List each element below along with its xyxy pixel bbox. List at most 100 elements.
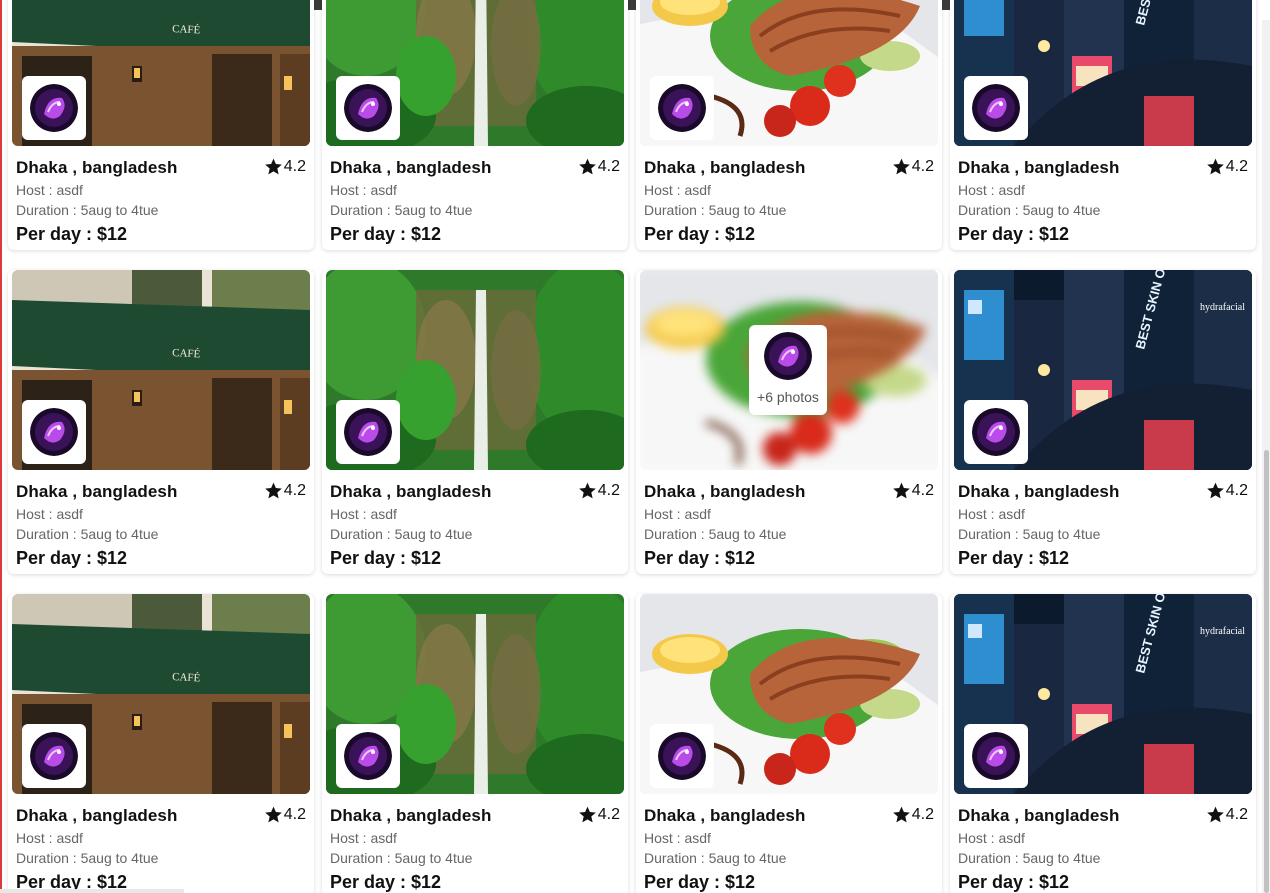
host-avatar: [344, 408, 392, 456]
listing-host: Host : asdf: [16, 506, 83, 522]
host-avatar-box[interactable]: [336, 400, 400, 464]
host-avatar-box[interactable]: [336, 76, 400, 140]
billboard-brand-text: hydrafacial: [1200, 302, 1245, 313]
listing-price: Per day : $12: [958, 224, 1070, 244]
listing-rating: 4.2: [578, 157, 620, 176]
status-strip: [0, 889, 184, 893]
listing-host: Host : asdf: [644, 506, 711, 522]
listing-duration: Duration : 5aug to 4tue: [644, 526, 787, 542]
rating-value: 4.2: [597, 805, 620, 823]
listing-host: Host : asdf: [958, 182, 1025, 198]
listing-price: Per day : $12: [958, 548, 1070, 568]
listing-duration: Duration : 5aug to 4tue: [958, 850, 1101, 866]
host-avatar-box[interactable]: [650, 76, 714, 140]
star-icon: [892, 157, 912, 176]
host-avatar-box[interactable]: [650, 724, 714, 788]
listing-duration: Duration : 5aug to 4tue: [958, 526, 1101, 542]
billboard-brand-text: hydrafacial: [1200, 626, 1245, 637]
listing-rating: 4.2: [892, 157, 934, 176]
listing-host: Host : asdf: [16, 182, 83, 198]
host-avatar-box[interactable]: [964, 724, 1028, 788]
listing-price: Per day : $12: [16, 224, 128, 244]
rating-value: 4.2: [283, 481, 306, 499]
listing-duration: Duration : 5aug to 4tue: [958, 202, 1101, 218]
window-edge: [0, 0, 2, 893]
listing-card[interactable]: BEST SKIN OF YOUR LIFE. hydrafacial Dhak…: [950, 0, 1256, 250]
listing-rating: 4.2: [578, 805, 620, 824]
star-icon: [578, 805, 598, 824]
listing-host: Host : asdf: [644, 182, 711, 198]
listing-host: Host : asdf: [958, 506, 1025, 522]
listing-price: Per day : $12: [644, 548, 756, 568]
scrollbar-thumb[interactable]: [1264, 450, 1269, 893]
listing-location: Dhaka , bangladesh: [330, 482, 492, 501]
host-avatar: [972, 408, 1020, 456]
host-avatar-box[interactable]: [964, 76, 1028, 140]
rating-value: 4.2: [1225, 481, 1248, 499]
listing-location: Dhaka , bangladesh: [330, 158, 492, 177]
host-avatar-box[interactable]: [22, 76, 86, 140]
listing-price: Per day : $12: [330, 548, 442, 568]
rating-value: 4.2: [911, 481, 934, 499]
listing-price: Per day : $12: [16, 548, 128, 568]
listing-location: Dhaka , bangladesh: [644, 158, 806, 177]
listing-card[interactable]: +6 photos Dhaka , bangladesh 4.2 Host : as…: [636, 270, 942, 574]
host-avatar-box[interactable]: [336, 724, 400, 788]
listing-price: Per day : $12: [644, 224, 756, 244]
listing-host: Host : asdf: [330, 182, 397, 198]
host-avatar: [972, 84, 1020, 132]
listing-card[interactable]: Dhaka , bangladesh 4.2 Host : asdf Duratio…: [636, 0, 942, 250]
host-avatar: [344, 84, 392, 132]
listing-location: Dhaka , bangladesh: [958, 806, 1120, 825]
listing-rating: 4.2: [1206, 157, 1248, 176]
listing-card[interactable]: Dhaka , bangladesh 4.2 Host : asdf Duratio…: [322, 0, 628, 250]
listing-rating: 4.2: [264, 157, 306, 176]
rating-value: 4.2: [283, 157, 306, 175]
listing-duration: Duration : 5aug to 4tue: [16, 202, 159, 218]
rating-value: 4.2: [597, 481, 620, 499]
listing-rating: 4.2: [264, 805, 306, 824]
star-icon: [1206, 805, 1226, 824]
star-icon: [578, 481, 598, 500]
star-icon: [264, 157, 284, 176]
listing-duration: Duration : 5aug to 4tue: [330, 850, 473, 866]
listing-card[interactable]: Dhaka , bangladesh 4.2 Host : asdf Duratio…: [636, 594, 942, 893]
cafe-sign-text: CAFÉ: [172, 347, 201, 360]
listing-location: Dhaka , bangladesh: [16, 158, 178, 177]
star-icon: [1206, 157, 1226, 176]
listing-location: Dhaka , bangladesh: [16, 806, 178, 825]
more-photos-label: +6 photos: [757, 389, 819, 405]
star-icon: [1206, 481, 1226, 500]
listing-card[interactable]: CAFÉ Dhaka , bangladesh 4.2 Host : asdf Du…: [8, 594, 314, 893]
star-icon: [264, 481, 284, 500]
listing-card[interactable]: BEST SKIN OF YOUR LIFE. hydrafacial Dhak…: [950, 270, 1256, 574]
listing-card[interactable]: Dhaka , bangladesh 4.2 Host : asdf Duratio…: [322, 594, 628, 893]
listing-duration: Duration : 5aug to 4tue: [16, 526, 159, 542]
host-avatar: [658, 84, 706, 132]
listing-duration: Duration : 5aug to 4tue: [330, 526, 473, 542]
listing-card[interactable]: CAFÉ Dhaka , bangladesh 4.2 Host : asdf Du…: [8, 270, 314, 574]
listing-card[interactable]: BEST SKIN OF YOUR LIFE. hydrafacial Dhak…: [950, 594, 1256, 893]
host-avatar-box[interactable]: [22, 400, 86, 464]
listing-card[interactable]: Dhaka , bangladesh 4.2 Host : asdf Duratio…: [322, 270, 628, 574]
star-icon: [264, 805, 284, 824]
cafe-sign-text: CAFÉ: [172, 23, 201, 36]
rating-value: 4.2: [911, 805, 934, 823]
listing-location: Dhaka , bangladesh: [644, 806, 806, 825]
host-avatar: [30, 732, 78, 780]
star-icon: [892, 481, 912, 500]
listing-rating: 4.2: [1206, 805, 1248, 824]
host-avatar: [344, 732, 392, 780]
cafe-sign-text: CAFÉ: [172, 671, 201, 684]
listing-card[interactable]: CAFÉ Dhaka , bangladesh 4.2 Host : asdf Du…: [8, 0, 314, 250]
listing-rating: 4.2: [892, 805, 934, 824]
listing-price: Per day : $12: [958, 872, 1070, 892]
rating-value: 4.2: [911, 157, 934, 175]
host-avatar-box[interactable]: [22, 724, 86, 788]
listing-rating: 4.2: [578, 481, 620, 500]
more-photos-button[interactable]: +6 photos: [749, 325, 827, 415]
listing-host: Host : asdf: [16, 830, 83, 846]
listing-price: Per day : $12: [644, 872, 756, 892]
rating-value: 4.2: [597, 157, 620, 175]
host-avatar-box[interactable]: [964, 400, 1028, 464]
